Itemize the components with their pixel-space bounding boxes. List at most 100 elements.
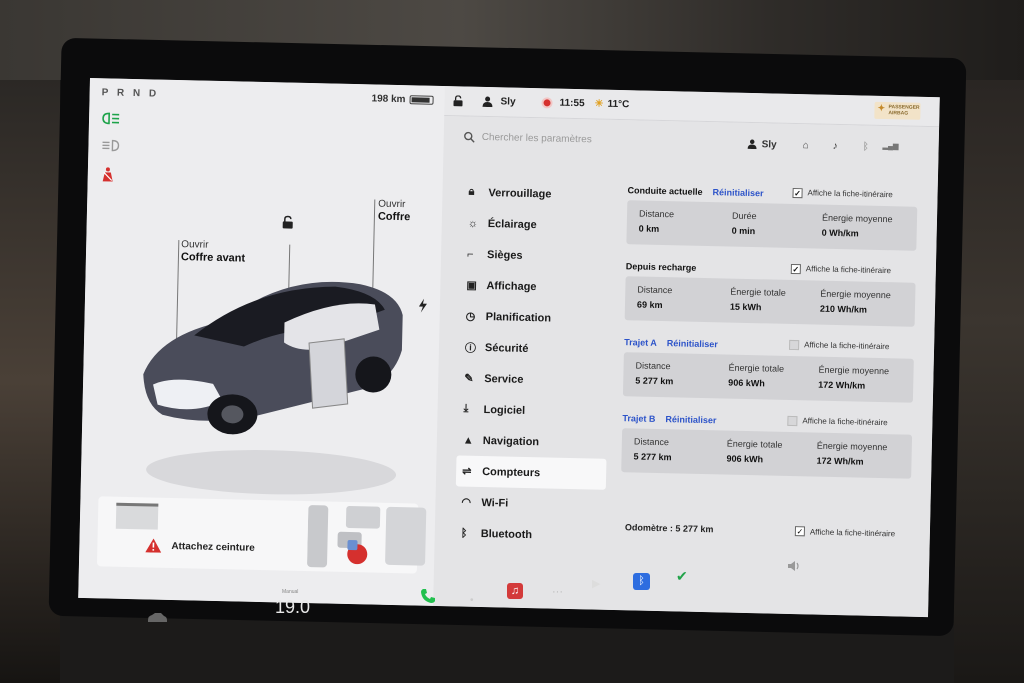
menu-item-label: Navigation — [482, 434, 540, 448]
reset-trip-a-button[interactable]: Réinitialiser — [667, 338, 718, 349]
checkbox-trip-b[interactable]: ✓ — [787, 415, 798, 427]
odometer: Odomètre : 5 277 km — [624, 522, 714, 535]
music-icon[interactable]: ♫ — [507, 581, 523, 599]
car-panel: P R N D 198 km Ouvrir Coffre avant Ouvri… — [78, 78, 445, 606]
signal-icon: ▂▄▆ — [882, 143, 899, 151]
bell-icon[interactable]: ♪ — [833, 141, 838, 152]
high-beam-icon — [100, 138, 122, 154]
search-input[interactable] — [481, 131, 682, 148]
trip-stats: Distance 0 km Durée 0 min Énergie moyenne 0… — [626, 200, 918, 251]
menu-item-sun[interactable]: ☼ Éclairage — [461, 207, 612, 241]
reset-current-button[interactable]: Réinitialiser — [712, 187, 763, 198]
menu-item-label: Sièges — [486, 248, 523, 262]
open-trunk-label: Ouvrir — [378, 198, 406, 211]
menu-item-download[interactable]: ⤓ Logiciel — [457, 393, 608, 427]
stat-avg-energy: Énergie moyenne 210 Wh/km — [819, 288, 891, 315]
menu-item-label: Logiciel — [483, 403, 526, 417]
weather-sun-icon: ☀ — [594, 98, 604, 110]
dashcam-record-icon[interactable] — [541, 97, 553, 109]
menu-item-label: Compteurs — [482, 465, 541, 479]
menu-item-seat[interactable]: ⌐ Sièges — [461, 238, 612, 272]
odometer-checkbox-label: Affiche la fiche-itinéraire — [809, 527, 896, 539]
lock-status-icon[interactable] — [452, 95, 463, 109]
range-readout: 198 km — [371, 93, 406, 106]
media-icon[interactable]: ▶ — [592, 574, 600, 591]
menu-item-label: Wi-Fi — [481, 496, 509, 510]
stat-avg-energy: Énergie moyenne 172 Wh/km — [818, 364, 890, 391]
trip-stats: Distance 5 277 km Énergie totale 906 kWh É… — [622, 352, 914, 403]
profile-icon[interactable] — [747, 139, 757, 152]
open-trunk-title: Coffre — [377, 210, 411, 224]
user-icon[interactable] — [482, 96, 493, 110]
checkbox-odometer[interactable]: ✓ — [794, 526, 806, 537]
seatbelt-warning-icon — [100, 166, 122, 182]
menu-item-navigation[interactable]: ▲ Navigation — [457, 424, 608, 458]
display-icon: ▣ — [466, 279, 477, 292]
trips-icon: ⇌ — [462, 465, 472, 478]
download-icon: ⤓ — [463, 402, 469, 415]
cabin-temperature[interactable]: 19.0 — [275, 597, 310, 618]
gear-indicator[interactable]: P R N D — [102, 87, 160, 99]
user-name[interactable]: Sly — [500, 96, 515, 107]
section-since-charge: Depuis recharge ✓ Affiche la fiche-itiné… — [624, 256, 916, 327]
menu-item-wifi[interactable]: ◠ Wi-Fi — [455, 486, 606, 520]
search-bar[interactable]: Sly ⌂ ♪ ᛒ ▂▄▆ — [457, 128, 917, 160]
warning-triangle-icon — [145, 538, 162, 556]
lock-icon: 🔒︎ — [468, 185, 475, 198]
menu-item-label: Affichage — [486, 279, 537, 293]
airbag-icon: ✦ — [877, 102, 886, 114]
search-icon — [464, 131, 475, 145]
checkbox-since-charge[interactable]: ✓ — [790, 263, 801, 275]
menu-item-bluetooth[interactable]: ᛒ Bluetooth — [454, 517, 605, 551]
menu-item-lock[interactable]: 🔒︎ Verrouillage — [462, 176, 613, 210]
seat-icon: ⌐ — [466, 248, 474, 261]
unlock-icon[interactable] — [281, 215, 295, 232]
checkbox-trip-a[interactable]: ✓ — [789, 339, 800, 351]
trip-stats: Distance 69 km Énergie totale 15 kWh Énerg… — [624, 276, 916, 327]
checkmark-app-icon[interactable]: ✔ — [676, 568, 688, 585]
stat-avg-energy: Énergie moyenne 0 Wh/km — [821, 212, 893, 239]
seat-diagram — [307, 503, 428, 572]
volume-icon[interactable] — [787, 560, 801, 575]
open-trunk-button[interactable]: Ouvrir Coffre — [378, 198, 411, 225]
menu-item-label: Verrouillage — [488, 186, 552, 200]
bluetooth-app-icon[interactable]: ᛒ — [633, 571, 650, 590]
bluetooth-status-icon[interactable]: ᛒ — [863, 142, 869, 153]
stat-distance: Distance 0 km — [638, 208, 675, 234]
checkbox-current[interactable]: ✓ — [792, 187, 803, 199]
stat-distance: Distance 69 km — [636, 284, 673, 311]
menu-item-clock[interactable]: ◷ Planification — [459, 300, 610, 334]
open-frunk-title: Coffre avant — [180, 251, 246, 265]
section-trip-b: Trajet B Réinitialiser ✓ Affiche la fich… — [621, 408, 913, 479]
section-title: Trajet B — [622, 413, 656, 424]
trips-content: Conduite actuelle Réinitialiser ✓ Affich… — [621, 180, 918, 491]
section-title: Depuis recharge — [625, 261, 697, 273]
menu-item-label: Éclairage — [487, 217, 537, 231]
car-icon[interactable] — [146, 612, 168, 627]
camera-thumbnail[interactable] — [115, 502, 159, 530]
clock: 11:55 — [559, 97, 585, 110]
phone-icon[interactable] — [420, 588, 436, 608]
headlights-icon — [101, 111, 123, 127]
wrench-icon: ✎ — [464, 372, 474, 385]
reset-trip-b-button[interactable]: Réinitialiser — [665, 414, 716, 425]
dot-icon[interactable]: • — [470, 590, 474, 607]
open-frunk-button[interactable]: Ouvrir Coffre avant — [181, 238, 246, 265]
seatbelt-warning-text: Attachez ceinture — [171, 540, 255, 554]
charge-bolt-icon[interactable] — [418, 298, 428, 316]
section-trip-a: Trajet A Réinitialiser ✓ Affiche la fich… — [622, 332, 914, 403]
stat-distance: Distance 5 277 km — [633, 436, 672, 463]
settings-panel: Sly ⌂ ♪ ᛒ ▂▄▆ 🔒︎ Verrouillage ☼ Éclairage ⌐ S… — [433, 116, 940, 618]
menu-item-display[interactable]: ▣ Affichage — [460, 269, 611, 303]
settings-menu: 🔒︎ Verrouillage ☼ Éclairage ⌐ Sièges ▣ Affichag… — [454, 176, 612, 551]
seatbelt-card: Attachez ceinture — [96, 496, 427, 574]
more-icon[interactable]: ··· — [552, 582, 563, 599]
stat-total-energy: Énergie totale 15 kWh — [729, 286, 786, 313]
menu-item-info[interactable]: ⓘ Sécurité — [459, 331, 610, 365]
menu-item-trips[interactable]: ⇌ Compteurs — [455, 455, 607, 490]
garage-icon[interactable]: ⌂ — [803, 140, 809, 151]
menu-item-wrench[interactable]: ✎ Service — [458, 362, 609, 396]
profile-name[interactable]: Sly — [762, 139, 777, 150]
wifi-icon: ◠ — [461, 496, 472, 509]
car-image[interactable] — [131, 264, 416, 500]
